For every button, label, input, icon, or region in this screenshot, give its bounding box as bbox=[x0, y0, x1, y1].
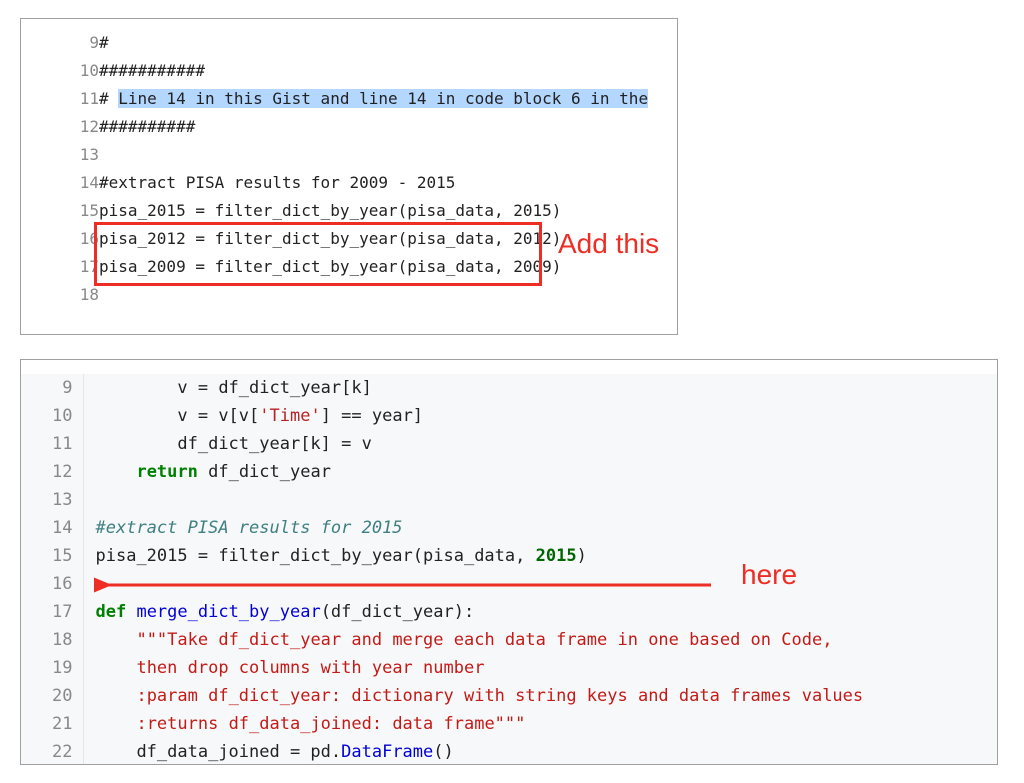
code-line: 13 bbox=[21, 141, 677, 169]
code-line: 11# Line 14 in this Gist and line 14 in … bbox=[21, 85, 677, 113]
token: 2015 bbox=[536, 546, 577, 566]
token: 'Time' bbox=[259, 406, 320, 426]
code-content: def merge_dict_by_year(df_dict_year): bbox=[83, 598, 997, 626]
line-number: 12 bbox=[21, 113, 99, 141]
code-line: 22 df_data_joined = pd.DataFrame() bbox=[21, 738, 997, 765]
line-number: 10 bbox=[21, 402, 83, 430]
code-content bbox=[99, 141, 677, 169]
code-content: pisa_2015 = filter_dict_by_year(pisa_dat… bbox=[83, 542, 997, 570]
token: merge_dict_by_year bbox=[136, 602, 320, 622]
code-content: v = df_dict_year[k] bbox=[83, 374, 997, 402]
line-number: 17 bbox=[21, 598, 83, 626]
line-number: 11 bbox=[21, 85, 99, 113]
code-line: 19 then drop columns with year number bbox=[21, 654, 997, 682]
token: DataFrame bbox=[341, 742, 433, 762]
code-line: 18 bbox=[21, 281, 677, 309]
token: #extract PISA results for 2015 bbox=[96, 518, 403, 538]
line-number: 14 bbox=[21, 514, 83, 542]
token: :returns df_data_joined: data frame""" bbox=[136, 714, 525, 734]
line-number: 17 bbox=[21, 253, 99, 281]
line-number: 16 bbox=[21, 225, 99, 253]
line-number: 20 bbox=[21, 682, 83, 710]
code-line: 18 """Take df_dict_year and merge each d… bbox=[21, 626, 997, 654]
code-line: 9 v = df_dict_year[k] bbox=[21, 374, 997, 402]
line-number: 12 bbox=[21, 458, 83, 486]
code-line: 20 :param df_dict_year: dictionary with … bbox=[21, 682, 997, 710]
code-line: 11 df_dict_year[k] = v bbox=[21, 430, 997, 458]
line-number: 11 bbox=[21, 430, 83, 458]
line-number: 13 bbox=[21, 486, 83, 514]
code-content: ########## bbox=[99, 113, 677, 141]
code-content bbox=[83, 570, 997, 598]
code-block-top: 9#10###########11# Line 14 in this Gist … bbox=[20, 18, 678, 335]
line-number: 18 bbox=[21, 626, 83, 654]
line-number: 15 bbox=[21, 542, 83, 570]
code-line: 10 v = v[v['Time'] == year] bbox=[21, 402, 997, 430]
line-number: 9 bbox=[21, 374, 83, 402]
line-number: 19 bbox=[21, 654, 83, 682]
token: def bbox=[96, 602, 137, 622]
code-line: 16 bbox=[21, 570, 997, 598]
code-line: 10########### bbox=[21, 57, 677, 85]
code-content: then drop columns with year number bbox=[83, 654, 997, 682]
code-content: :returns df_data_joined: data frame""" bbox=[83, 710, 997, 738]
code-line: 13 bbox=[21, 486, 997, 514]
code-content bbox=[83, 486, 997, 514]
code-line: 21 :returns df_data_joined: data frame""… bbox=[21, 710, 997, 738]
code-line: 15pisa_2015 = filter_dict_by_year(pisa_d… bbox=[21, 542, 997, 570]
code-content: df_dict_year[k] = v bbox=[83, 430, 997, 458]
token: """Take df_dict_year and merge each data… bbox=[136, 630, 832, 650]
code-content: #extract PISA results for 2015 bbox=[83, 514, 997, 542]
code-line: 12 return df_dict_year bbox=[21, 458, 997, 486]
code-content: # Line 14 in this Gist and line 14 in co… bbox=[99, 85, 677, 113]
code-line: 17def merge_dict_by_year(df_dict_year): bbox=[21, 598, 997, 626]
line-number: 18 bbox=[21, 281, 99, 309]
line-number: 9 bbox=[21, 29, 99, 57]
code-content: """Take df_dict_year and merge each data… bbox=[83, 626, 997, 654]
code-content: :param df_dict_year: dictionary with str… bbox=[83, 682, 997, 710]
code-content: return df_dict_year bbox=[83, 458, 997, 486]
code-block-bottom: 9 v = df_dict_year[k]10 v = v[v['Time'] … bbox=[20, 359, 998, 765]
annotation-add-this: Add this bbox=[558, 228, 659, 260]
line-number: 14 bbox=[21, 169, 99, 197]
code-line: 12########## bbox=[21, 113, 677, 141]
code-table-top: 9#10###########11# Line 14 in this Gist … bbox=[21, 29, 677, 309]
line-number: 13 bbox=[21, 141, 99, 169]
code-content: pisa_2015 = filter_dict_by_year(pisa_dat… bbox=[99, 197, 677, 225]
line-number: 10 bbox=[21, 57, 99, 85]
code-content: ########### bbox=[99, 57, 677, 85]
line-number: 21 bbox=[21, 710, 83, 738]
code-line: 15pisa_2015 = filter_dict_by_year(pisa_d… bbox=[21, 197, 677, 225]
code-line: 14 #extract PISA results for 2015 bbox=[21, 514, 997, 542]
code-table-bottom: 9 v = df_dict_year[k]10 v = v[v['Time'] … bbox=[21, 374, 997, 765]
line-number: 22 bbox=[21, 738, 83, 765]
code-content: v = v[v['Time'] == year] bbox=[83, 402, 997, 430]
line-number: 16 bbox=[21, 570, 83, 598]
code-line: 14#extract PISA results for 2009 - 2015 bbox=[21, 169, 677, 197]
code-content bbox=[99, 281, 677, 309]
code-content: df_data_joined = pd.DataFrame() bbox=[83, 738, 997, 765]
token: return bbox=[136, 462, 197, 482]
line-number: 15 bbox=[21, 197, 99, 225]
token: :param df_dict_year: dictionary with str… bbox=[136, 686, 863, 706]
text-selection: Line 14 in this Gist and line 14 in code… bbox=[118, 89, 648, 108]
code-line: 9# bbox=[21, 29, 677, 57]
annotation-here: here bbox=[741, 559, 797, 591]
code-content: # bbox=[99, 29, 677, 57]
code-content: #extract PISA results for 2009 - 2015 bbox=[99, 169, 677, 197]
token: then drop columns with year number bbox=[136, 658, 484, 678]
